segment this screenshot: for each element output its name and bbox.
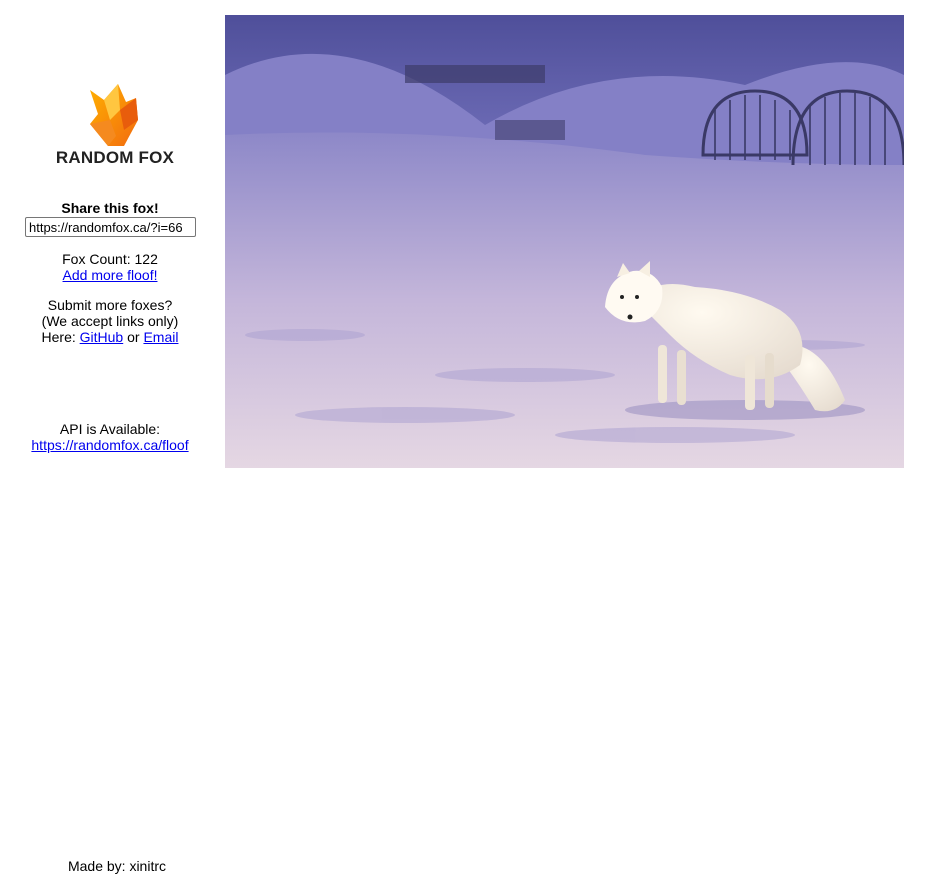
share-url-input[interactable] [25, 217, 196, 237]
fox-logo-icon [90, 84, 138, 146]
fox-count: Fox Count: 122 [62, 251, 158, 267]
or-label: or [127, 329, 140, 345]
api-link-row: https://randomfox.ca/floof [0, 437, 220, 453]
api-link[interactable]: https://randomfox.ca/floof [31, 437, 188, 453]
github-link[interactable]: GitHub [80, 329, 124, 345]
add-floof-link[interactable]: Add more floof! [63, 267, 158, 283]
random-fox-logo: RANDOM FOX [50, 80, 180, 170]
add-floof-row: Add more floof! [0, 267, 220, 283]
submit-line-2: (We accept links only) [41, 313, 179, 329]
logo-text: RANDOM FOX [55, 148, 175, 167]
submit-links-row: Here: GitHub or Email [0, 329, 220, 345]
footer-made-by: Made by: xinitrc [67, 858, 167, 874]
submit-line-1: Submit more foxes? [47, 297, 173, 313]
email-link[interactable]: Email [143, 329, 178, 345]
arctic-fox-snow-image [225, 15, 904, 468]
sidebar: RANDOM FOX Share this fox! Fox Count: 12… [0, 0, 220, 888]
here-label: Here: [41, 329, 76, 345]
api-label: API is Available: [59, 421, 161, 437]
share-title: Share this fox! [61, 200, 159, 216]
fox-photo [225, 15, 904, 468]
